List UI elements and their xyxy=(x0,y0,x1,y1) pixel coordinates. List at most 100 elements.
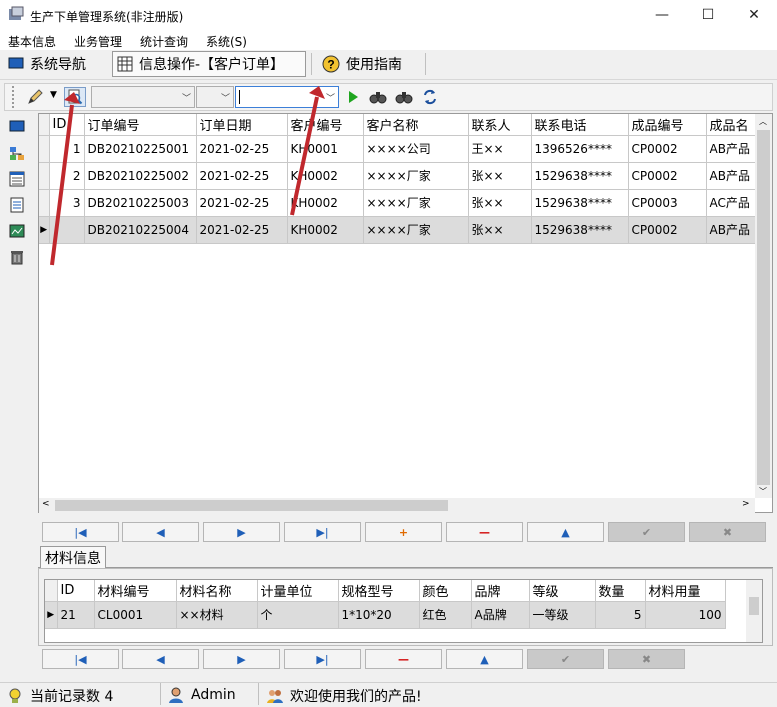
table-row[interactable]: 3 DB20210225003 2021-02-25 KH0002 ××××厂家… xyxy=(39,189,767,217)
monitor-icon[interactable] xyxy=(9,119,25,135)
menu-business[interactable]: 业务管理 xyxy=(74,33,122,50)
search-value-combo[interactable]: ﹀ xyxy=(235,86,339,108)
cell-id[interactable]: 1 xyxy=(49,135,85,163)
menu-statistics[interactable]: 统计查询 xyxy=(140,33,188,50)
cell-phone[interactable]: 1529638**** xyxy=(531,162,629,190)
last-record-button[interactable]: ▶| xyxy=(284,649,361,669)
next-record-button[interactable]: ▶ xyxy=(203,522,280,542)
post-record-button[interactable]: ✔ xyxy=(527,649,604,669)
column-header-brand[interactable]: 品牌 xyxy=(471,580,530,602)
cell-contact[interactable]: 张×× xyxy=(468,189,532,217)
delete-record-button[interactable]: — xyxy=(446,522,523,542)
column-header-id[interactable]: ID xyxy=(49,114,85,136)
cell-color[interactable]: 红色 xyxy=(419,601,472,629)
run-search-button[interactable] xyxy=(342,87,364,107)
menu-system[interactable]: 系统(S) xyxy=(206,33,247,50)
first-record-button[interactable]: |◀ xyxy=(42,649,119,669)
cell-contact[interactable]: 张×× xyxy=(468,162,532,190)
row-indicator[interactable] xyxy=(39,135,50,163)
cell-customer-name[interactable]: ××××公司 xyxy=(363,135,469,163)
cell-id[interactable] xyxy=(49,216,85,244)
cell-spec[interactable]: 1*10*20 xyxy=(338,601,420,629)
cell-contact[interactable]: 王×× xyxy=(468,135,532,163)
column-header-customer-no[interactable]: 客户编号 xyxy=(287,114,364,136)
column-header-order-date[interactable]: 订单日期 xyxy=(196,114,288,136)
cell-contact[interactable]: 张×× xyxy=(468,216,532,244)
cell-unit[interactable]: 个 xyxy=(257,601,339,629)
cell-order-no[interactable]: DB20210225004 xyxy=(84,216,197,244)
chart-icon[interactable] xyxy=(9,223,25,239)
operator-select[interactable]: ﹀ xyxy=(196,86,234,108)
row-indicator[interactable] xyxy=(39,162,50,190)
column-header-color[interactable]: 颜色 xyxy=(419,580,472,602)
cancel-record-button[interactable]: ✖ xyxy=(608,649,685,669)
table-row[interactable]: 1 DB20210225001 2021-02-25 KH0001 ××××公司… xyxy=(39,135,767,163)
cell-customer-name[interactable]: ××××厂家 xyxy=(363,189,469,217)
column-header-product-no[interactable]: 成品编号 xyxy=(628,114,707,136)
scroll-up-icon[interactable]: ︿ xyxy=(759,116,767,127)
column-header-unit[interactable]: 计量单位 xyxy=(257,580,339,602)
cell-order-date[interactable]: 2021-02-25 xyxy=(196,162,288,190)
tab-navigation[interactable]: 系统导航 xyxy=(8,51,108,77)
insert-record-button[interactable]: + xyxy=(365,522,442,542)
current-row-indicator-icon[interactable]: ▶ xyxy=(39,216,50,244)
refresh-button[interactable] xyxy=(419,87,441,107)
scroll-right-icon[interactable]: > xyxy=(742,499,750,509)
column-header-material-name[interactable]: 材料名称 xyxy=(176,580,258,602)
close-button[interactable]: ✕ xyxy=(731,0,777,30)
search-mode-button[interactable] xyxy=(64,87,86,107)
orders-grid[interactable]: ID 订单编号 订单日期 客户编号 客户名称 联系人 联系电话 成品编号 成品名… xyxy=(38,113,773,513)
org-chart-icon[interactable] xyxy=(9,146,25,162)
find-button[interactable] xyxy=(367,87,389,107)
column-header-usage[interactable]: 材料用量 xyxy=(645,580,726,602)
edit-record-button[interactable]: ▲ xyxy=(446,649,523,669)
cell-brand[interactable]: A品牌 xyxy=(471,601,530,629)
table-row-selected[interactable]: ▶ 21 CL0001 ××材料 个 1*10*20 红色 A品牌 一等级 5 … xyxy=(45,601,726,629)
tab-materials[interactable]: 材料信息 xyxy=(40,546,106,568)
column-header-grade[interactable]: 等级 xyxy=(529,580,596,602)
current-row-indicator-icon[interactable]: ▶ xyxy=(45,601,58,629)
cell-phone[interactable]: 1529638**** xyxy=(531,189,629,217)
cell-order-no[interactable]: DB20210225003 xyxy=(84,189,197,217)
post-record-button[interactable]: ✔ xyxy=(608,522,685,542)
cell-customer-name[interactable]: ××××厂家 xyxy=(363,162,469,190)
cell-product-no[interactable]: CP0002 xyxy=(628,216,707,244)
cell-product-no[interactable]: CP0003 xyxy=(628,189,707,217)
document-icon[interactable] xyxy=(9,197,25,213)
cell-order-no[interactable]: DB20210225002 xyxy=(84,162,197,190)
delete-record-button[interactable]: — xyxy=(365,649,442,669)
cell-order-date[interactable]: 2021-02-25 xyxy=(196,216,288,244)
cancel-record-button[interactable]: ✖ xyxy=(689,522,766,542)
cell-product-no[interactable]: CP0002 xyxy=(628,135,707,163)
tab-guide[interactable]: ? 使用指南 xyxy=(322,51,422,77)
minimize-button[interactable]: — xyxy=(639,0,685,30)
horizontal-scroll-thumb[interactable] xyxy=(55,500,448,511)
cell-order-date[interactable]: 2021-02-25 xyxy=(196,135,288,163)
cell-usage[interactable]: 100 xyxy=(645,601,726,629)
last-record-button[interactable]: ▶| xyxy=(284,522,361,542)
cell-id[interactable]: 3 xyxy=(49,189,85,217)
cell-material-name[interactable]: ××材料 xyxy=(176,601,258,629)
cell-customer-no[interactable]: KH0002 xyxy=(287,189,364,217)
cell-material-no[interactable]: CL0001 xyxy=(94,601,177,629)
materials-scroll-thumb[interactable] xyxy=(749,597,759,615)
cell-order-date[interactable]: 2021-02-25 xyxy=(196,189,288,217)
row-indicator[interactable] xyxy=(39,189,50,217)
column-header-spec[interactable]: 规格型号 xyxy=(338,580,420,602)
cell-customer-name[interactable]: ××××厂家 xyxy=(363,216,469,244)
cell-customer-no[interactable]: KH0001 xyxy=(287,135,364,163)
list-window-icon[interactable] xyxy=(9,171,25,187)
column-header-phone[interactable]: 联系电话 xyxy=(531,114,629,136)
column-header-quantity[interactable]: 数量 xyxy=(595,580,646,602)
column-header-id[interactable]: ID xyxy=(57,580,95,602)
next-record-button[interactable]: ▶ xyxy=(203,649,280,669)
scroll-down-icon[interactable]: ﹀ xyxy=(759,486,767,497)
cell-quantity[interactable]: 5 xyxy=(595,601,646,629)
column-header-customer-name[interactable]: 客户名称 xyxy=(363,114,469,136)
edit-button[interactable] xyxy=(24,87,46,107)
edit-record-button[interactable]: ▲ xyxy=(527,522,604,542)
maximize-button[interactable]: ☐ xyxy=(685,0,731,30)
cell-phone[interactable]: 1529638**** xyxy=(531,216,629,244)
prev-record-button[interactable]: ◀ xyxy=(122,649,199,669)
cell-id[interactable]: 2 xyxy=(49,162,85,190)
